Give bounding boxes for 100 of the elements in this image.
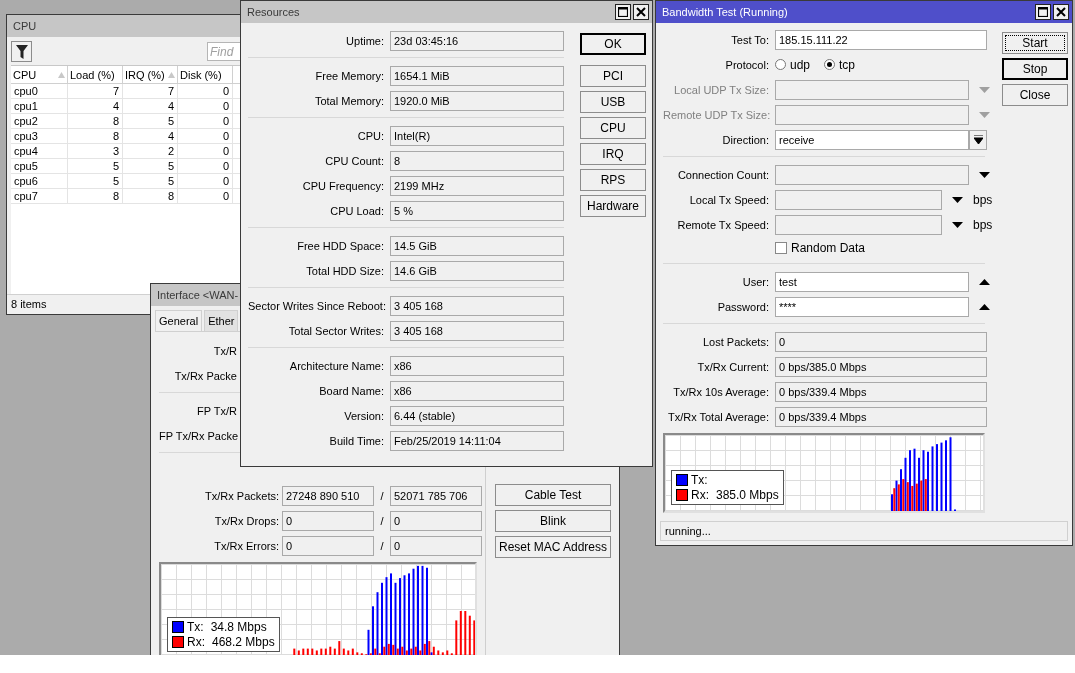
dropdown-arrow-icon [973,135,983,144]
action-button[interactable]: Cable Test [495,484,611,506]
action-button[interactable]: IRQ [580,143,646,165]
field-label: Password: [716,300,769,313]
radio-button[interactable] [824,59,836,70]
tx-bar [367,629,370,655]
value-field: 0 [282,535,374,556]
table-cell: 0 [178,129,233,144]
field-label: Remote Tx Speed: [676,218,769,231]
column-header[interactable]: Load (%) [68,66,123,84]
close-button[interactable] [1053,4,1069,20]
action-button[interactable]: USB [580,91,646,113]
column-header[interactable]: IRQ (%) [123,66,178,84]
field-label: Test To: [730,33,769,46]
speed-field[interactable] [775,214,942,235]
dropdown-button[interactable] [969,129,987,150]
dropdown-field[interactable] [775,164,969,185]
table-cell: 0 [178,114,233,129]
search-field[interactable]: Find [207,42,241,61]
filter-button[interactable] [11,41,32,62]
field-label: Uptime: [345,34,384,47]
value-field: Feb/25/2019 14:11:04 [390,430,564,451]
field-label: Sector Writes Since Reboot: [248,299,384,312]
table-cell: 0 [178,99,233,114]
radio-option[interactable]: udp [775,57,811,72]
action-button[interactable]: Close [1002,84,1068,106]
action-button[interactable]: RPS [580,169,646,191]
collapse-arrow-icon[interactable] [979,303,990,310]
field-label: Free Memory: [314,69,384,82]
close-button[interactable] [633,4,649,20]
table-cell: cpu6 [11,174,68,189]
value-field: Intel(R) [390,125,564,146]
field-label: CPU Load: [329,204,384,217]
field-label: Remote UDP Tx Size: [663,108,769,121]
unit-label: bps [973,192,993,207]
value-field: x86 [390,380,564,401]
field-label: FP Tx/Rx Packe [159,429,237,442]
table-cell: 8 [68,114,123,129]
tab[interactable]: General [155,310,203,331]
dropdown-field[interactable] [775,104,969,125]
table-cell: cpu0 [11,84,68,99]
dropdown-field[interactable] [775,79,969,100]
table-cell: cpu5 [11,159,68,174]
tab[interactable]: Ether [204,310,239,331]
tx-bar [940,442,943,511]
maximize-button[interactable] [1035,4,1051,20]
tx-bar [904,457,907,511]
radio-option[interactable]: tcp [824,57,856,72]
text-field[interactable]: **** [775,296,969,317]
action-button[interactable]: Start [1002,32,1068,54]
table-cell: 8 [68,189,123,204]
table-cell: 5 [68,174,123,189]
action-button[interactable]: CPU [580,117,646,139]
speed-field[interactable] [775,189,942,210]
table-cell: 0 [178,159,233,174]
dropdown-arrow-icon[interactable] [952,221,963,228]
value-field: 3 405 168 [390,295,564,316]
checkbox-option[interactable]: Random Data [775,241,866,255]
legend-label: Rx: [187,635,205,649]
dropdown-field[interactable]: receive [775,129,969,150]
field-label: Tx/Rx Drops: [213,514,279,527]
tx-bar [376,592,379,655]
field-label: FP Tx/R [196,404,237,417]
legend-label: Tx: [187,620,204,634]
maximize-button[interactable] [615,4,631,20]
field-label: Architecture Name: [288,359,384,372]
text-field[interactable]: 185.15.111.22 [775,29,987,50]
table-cell: cpu2 [11,114,68,129]
collapse-arrow-icon[interactable] [979,278,990,285]
text-field[interactable]: test [775,271,969,292]
field-label: Build Time: [328,434,384,447]
field-label: Local Tx Speed: [688,193,769,206]
field-label: User: [741,275,769,288]
value-field: 0 [390,510,482,531]
field-label: CPU: [356,129,384,142]
value-field: 1920.0 MiB [390,90,564,111]
checkbox[interactable] [775,242,787,254]
column-header[interactable]: CPU [11,66,68,84]
dropdown-arrow-icon[interactable] [979,171,990,178]
value-field: 3 405 168 [390,320,564,341]
radio-button[interactable] [775,59,786,70]
value-field: 0 bps/339.4 Mbps [775,406,987,427]
column-header[interactable]: Disk (%) [178,66,233,84]
value-field: 0 [775,331,987,352]
table-cell: 5 [123,159,178,174]
field-label: Protocol: [724,58,769,71]
field-label: Version: [343,409,384,422]
table-cell: cpu1 [11,99,68,114]
action-button[interactable]: Reset MAC Address [495,536,611,558]
field-label: Total Sector Writes: [287,324,384,337]
action-button[interactable]: OK [580,33,646,55]
action-button[interactable]: Stop [1002,58,1068,80]
table-cell: 0 [178,174,233,189]
action-button[interactable]: Blink [495,510,611,532]
action-button[interactable]: Hardware [580,195,646,217]
dropdown-arrow-icon[interactable] [952,196,963,203]
tx-bar [895,480,898,511]
slash-separator: / [379,514,385,527]
action-button[interactable]: PCI [580,65,646,87]
window-title: CPU [13,20,37,32]
